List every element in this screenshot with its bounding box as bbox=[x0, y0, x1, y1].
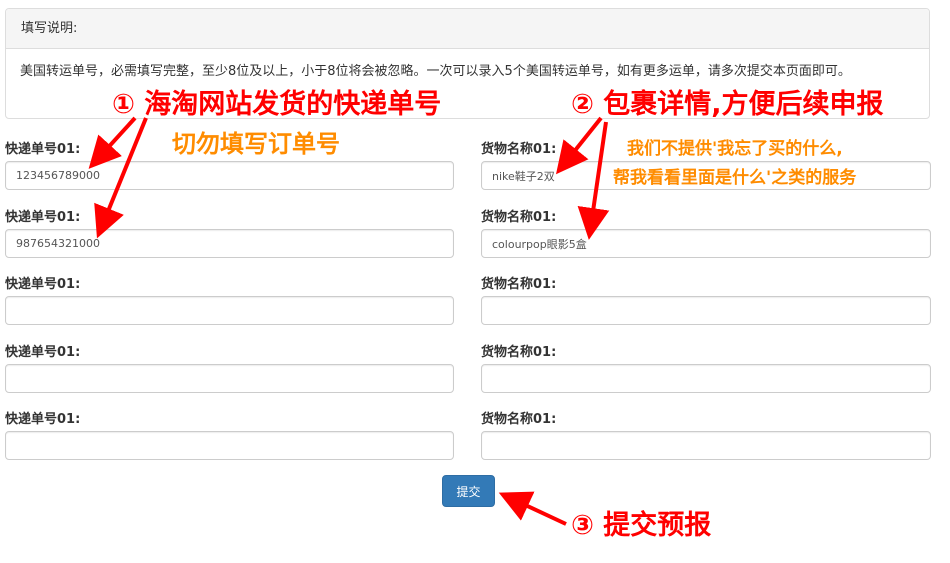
goods-name-input[interactable] bbox=[481, 296, 931, 325]
annotation-tracking-warning: 切勿填写订单号 bbox=[172, 130, 340, 158]
goods-name-input[interactable] bbox=[481, 431, 931, 460]
arrow-icon bbox=[88, 116, 137, 169]
instructions-heading: 填写说明: bbox=[6, 9, 929, 49]
goods-name-input[interactable] bbox=[481, 229, 931, 258]
tracking-number-input[interactable] bbox=[5, 229, 454, 258]
annotation-submit-hint: ③ 提交预报 bbox=[571, 510, 712, 541]
tracking-number-input[interactable] bbox=[5, 364, 454, 393]
submit-button[interactable]: 提交 bbox=[442, 475, 495, 507]
tracking-label: 快递单号01: bbox=[5, 142, 81, 157]
annotation-goods-note-line1: 我们不提供'我忘了买的什么, bbox=[627, 139, 843, 159]
tracking-label: 快递单号01: bbox=[5, 210, 81, 225]
tracking-label: 快递单号01: bbox=[5, 277, 81, 292]
instructions-text: 美国转运单号，必需填写完整，至少8位及以上，小于8位将会被忽略。一次可以录入5个… bbox=[20, 64, 851, 79]
goods-label: 货物名称01: bbox=[481, 277, 557, 292]
annotation-goods-note-line2: 帮我看看里面是什么'之类的服务 bbox=[613, 168, 857, 188]
tracking-label: 快递单号01: bbox=[5, 345, 81, 360]
annotation-tracking-hint: ① 海淘网站发货的快递单号 bbox=[112, 89, 442, 120]
goods-label: 货物名称01: bbox=[481, 142, 557, 157]
tracking-number-input[interactable] bbox=[5, 161, 454, 190]
tracking-label: 快递单号01: bbox=[5, 412, 81, 427]
tracking-number-input[interactable] bbox=[5, 431, 454, 460]
goods-label: 货物名称01: bbox=[481, 210, 557, 225]
annotation-goods-hint: ② 包裹详情,方便后续申报 bbox=[571, 89, 884, 120]
goods-name-input[interactable] bbox=[481, 364, 931, 393]
tracking-number-input[interactable] bbox=[5, 296, 454, 325]
goods-label: 货物名称01: bbox=[481, 412, 557, 427]
goods-label: 货物名称01: bbox=[481, 345, 557, 360]
arrow-icon bbox=[498, 491, 567, 526]
